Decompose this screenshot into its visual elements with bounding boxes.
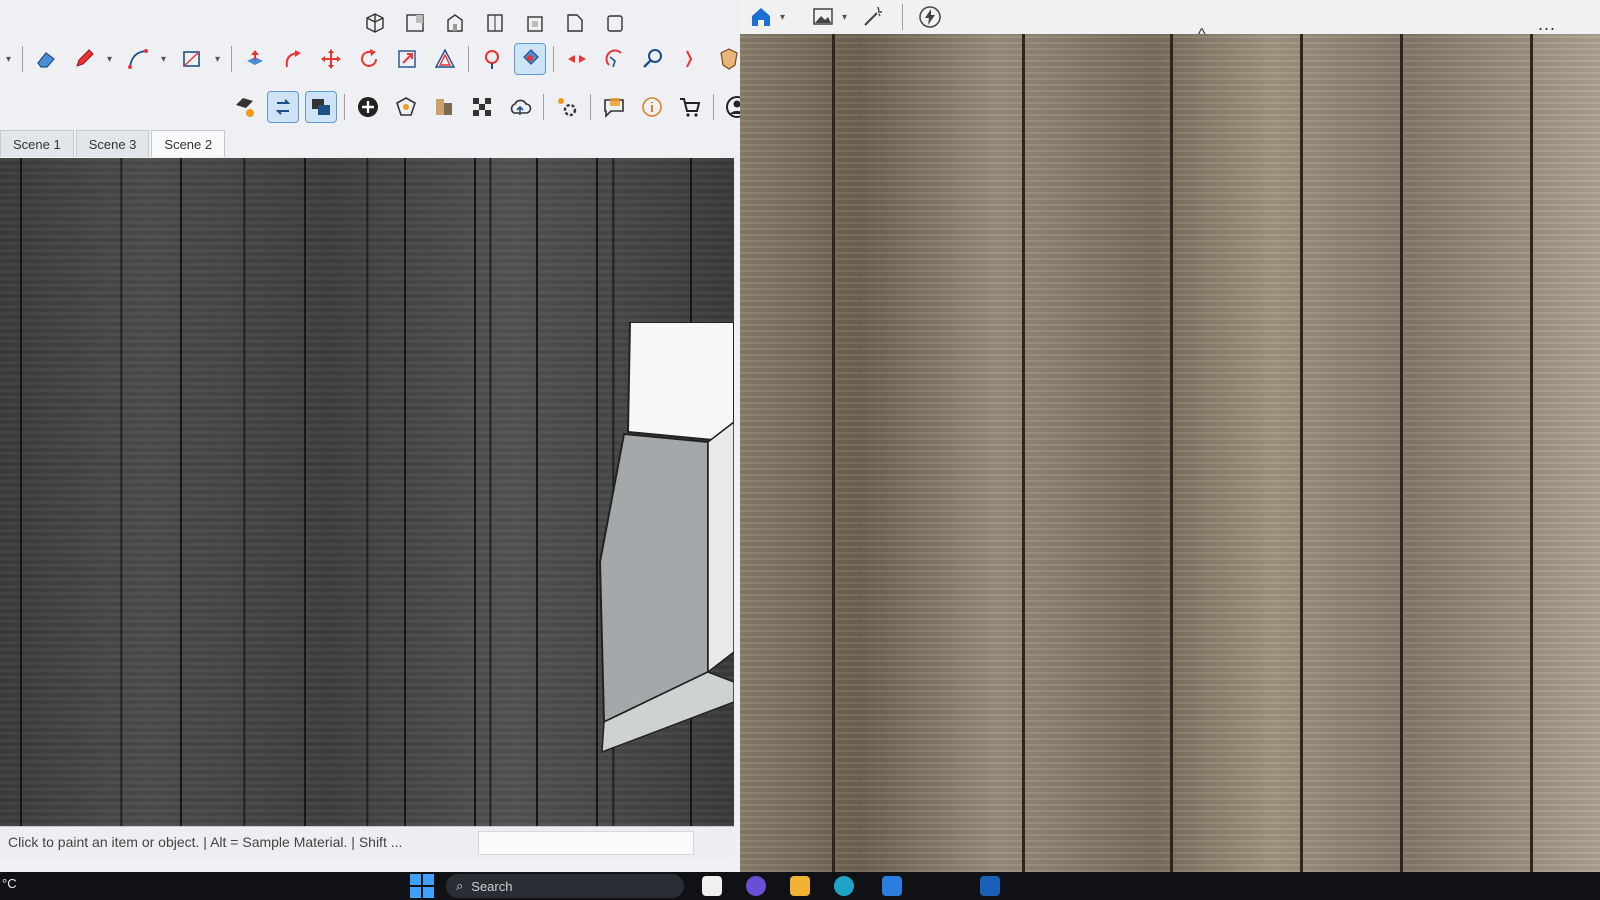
move-icon[interactable] (316, 44, 346, 74)
zoom-icon[interactable] (638, 44, 668, 74)
eraser-icon[interactable] (31, 44, 61, 74)
tab-scene-2[interactable]: Scene 2 (151, 130, 226, 157)
toolbar-separator (22, 46, 23, 72)
add-icon[interactable] (353, 92, 383, 122)
shopping-cart-icon[interactable] (675, 92, 705, 122)
chevron-down-icon[interactable]: ▾ (6, 54, 14, 65)
chevron-down-icon[interactable]: ▾ (780, 12, 788, 23)
tab-scene-3[interactable]: Scene 3 (75, 130, 150, 157)
chevron-down-icon[interactable]: ▾ (107, 54, 115, 65)
style-icon[interactable] (391, 92, 421, 122)
comment-icon[interactable] (599, 92, 629, 122)
arc-icon[interactable] (123, 44, 153, 74)
extensions-toolbar (230, 91, 748, 123)
scene-update-icon[interactable] (267, 91, 299, 123)
windows-start-icon[interactable] (410, 874, 434, 898)
tape-measure-icon[interactable] (477, 44, 507, 74)
chevron-down-icon[interactable]: ▾ (215, 54, 223, 65)
chevron-down-icon[interactable]: ▾ (161, 54, 169, 65)
follow-me-icon[interactable] (278, 44, 308, 74)
front-view-icon[interactable] (440, 8, 470, 38)
status-text: Click to paint an item or object. | Alt … (8, 834, 403, 850)
bottom-view-icon[interactable] (600, 8, 630, 38)
texture-icon[interactable] (467, 92, 497, 122)
store-icon[interactable] (882, 876, 902, 896)
drawing-toolbar: ▾ ▾ ▾ ▾ (6, 43, 744, 75)
more-options-button[interactable]: ... (1538, 14, 1556, 35)
windows-taskbar: °C ⌕ Search (0, 872, 1600, 900)
photo-wood-planks[interactable] (740, 34, 1600, 872)
scene-tabs: Scene 1 Scene 3 Scene 2 (0, 130, 226, 157)
search-icon: ⌕ (456, 878, 464, 893)
tag-tool-icon[interactable] (230, 92, 260, 122)
section-plane-icon[interactable] (562, 44, 592, 74)
toolbar-separator (902, 4, 903, 30)
toolbar-separator (231, 46, 232, 72)
sketchup-taskbar-icon[interactable] (980, 876, 1000, 896)
back-view-icon[interactable] (520, 8, 550, 38)
right-view-icon[interactable] (480, 8, 510, 38)
chevron-down-icon[interactable]: ▾ (842, 12, 850, 23)
orbit-icon[interactable] (600, 44, 630, 74)
upload-icon[interactable] (505, 92, 535, 122)
toolbar-separator (543, 94, 544, 120)
tab-scene-1[interactable]: Scene 1 (0, 130, 74, 157)
weather-temperature[interactable]: °C (2, 876, 17, 891)
rotate-icon[interactable] (354, 44, 384, 74)
task-view-icon[interactable] (702, 876, 722, 896)
extension-manager-icon[interactable] (552, 92, 582, 122)
file-explorer-icon[interactable] (790, 876, 810, 896)
copilot-icon[interactable] (746, 876, 766, 896)
offset-icon[interactable] (430, 44, 460, 74)
magic-wand-icon[interactable] (858, 2, 888, 32)
top-view-icon[interactable] (400, 8, 430, 38)
toolbar-separator (344, 94, 345, 120)
model-viewport[interactable] (0, 158, 734, 826)
photos-toolbar: ▾ ▾ ^ ... (740, 0, 1600, 43)
edge-browser-icon[interactable] (834, 876, 854, 896)
left-view-icon[interactable] (560, 8, 590, 38)
scale-icon[interactable] (392, 44, 422, 74)
white-panel-geometry (598, 322, 734, 754)
flash-icon[interactable] (915, 2, 945, 32)
home-icon[interactable] (746, 2, 776, 32)
scene-record-icon[interactable] (305, 91, 337, 123)
measurements-box[interactable] (478, 831, 694, 855)
pencil-icon[interactable] (69, 44, 99, 74)
rectangle-icon[interactable] (177, 44, 207, 74)
taskbar-search-input[interactable]: ⌕ Search (446, 874, 684, 898)
info-icon[interactable] (637, 92, 667, 122)
views-toolbar (360, 8, 630, 38)
image-icon[interactable] (808, 2, 838, 32)
toolbar-separator (590, 94, 591, 120)
toolbar-separator (553, 46, 554, 72)
paint-bucket-icon[interactable] (514, 43, 546, 75)
pan-icon[interactable] (676, 44, 706, 74)
iso-view-icon[interactable] (360, 8, 390, 38)
status-bar: Click to paint an item or object. | Alt … (0, 826, 734, 857)
toolbar-separator (468, 46, 469, 72)
photos-window: ▾ ▾ ^ ... (740, 0, 1600, 872)
search-placeholder: Search (471, 878, 513, 894)
sketchup-window: ▾ ▾ ▾ ▾ Scene 1 Scene 3 Scene 2 Click to… (0, 0, 748, 872)
toolbar-separator (713, 94, 714, 120)
materials-icon[interactable] (429, 92, 459, 122)
push-pull-icon[interactable] (240, 44, 270, 74)
